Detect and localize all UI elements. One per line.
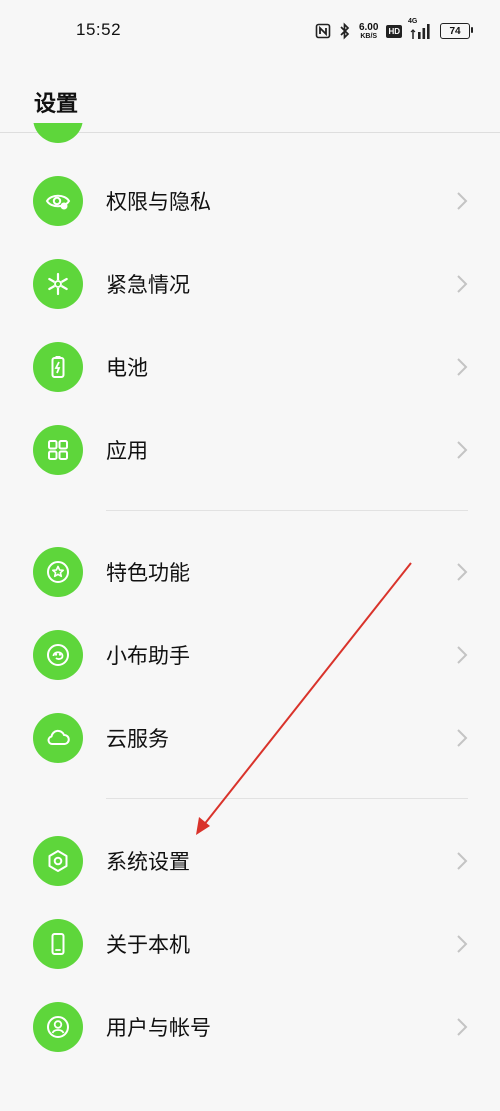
group-divider — [106, 798, 468, 799]
assistant-icon — [33, 630, 83, 680]
group-divider — [106, 510, 468, 511]
settings-item-label: 紧急情况 — [106, 273, 190, 297]
chevron-right-icon — [457, 935, 468, 953]
battery-icon — [33, 342, 83, 392]
chevron-right-icon — [457, 563, 468, 581]
star-circle-icon — [33, 547, 83, 597]
settings-item-assistant[interactable]: 小布助手 — [0, 625, 500, 685]
settings-item-apps[interactable]: 应用 — [0, 420, 500, 480]
settings-item-privacy[interactable]: 权限与隐私 — [0, 171, 500, 231]
settings-item-about[interactable]: 关于本机 — [0, 914, 500, 974]
settings-item-label: 小布助手 — [106, 644, 190, 668]
signal-icon: 4G — [408, 18, 432, 40]
settings-item-label: 电池 — [106, 356, 148, 380]
speed-value: 6.00 — [358, 21, 379, 33]
emergency-asterisk-icon — [33, 259, 83, 309]
settings-item-label: 云服务 — [106, 727, 169, 751]
user-account-icon — [33, 1002, 83, 1052]
chevron-right-icon — [457, 1018, 468, 1036]
hd-icon: HD — [386, 24, 402, 38]
settings-item-label: 特色功能 — [106, 561, 190, 585]
nfc-icon — [315, 23, 331, 39]
settings-item-label: 应用 — [106, 439, 148, 463]
partially-scrolled-item-icon — [33, 123, 83, 143]
settings-item-cloud[interactable]: 云服务 — [0, 708, 500, 768]
battery-level: 74 — [449, 25, 461, 37]
chevron-right-icon — [457, 275, 468, 293]
chevron-right-icon — [457, 192, 468, 210]
settings-item-features[interactable]: 特色功能 — [0, 542, 500, 602]
network-speed: 6.00 KB/S — [358, 21, 379, 40]
chevron-right-icon — [457, 441, 468, 459]
settings-item-label: 权限与隐私 — [106, 190, 211, 214]
chevron-right-icon — [457, 852, 468, 870]
chevron-right-icon — [457, 646, 468, 664]
bluetooth-icon — [339, 22, 351, 40]
apps-grid-icon — [33, 425, 83, 475]
page-title: 设置 — [34, 92, 79, 117]
privacy-eye-icon — [33, 176, 83, 226]
network-type-label: 4G — [408, 18, 418, 25]
phone-icon — [33, 919, 83, 969]
battery-indicator: 74 — [440, 23, 473, 39]
chevron-right-icon — [457, 729, 468, 747]
settings-item-battery[interactable]: 电池 — [0, 337, 500, 397]
status-icons: 6.00 KB/S HD 4G 74 — [315, 18, 473, 42]
settings-item-label: 用户与帐号 — [106, 1016, 211, 1040]
status-bar: 15:52 6.00 KB/S HD 4G 74 — [0, 0, 500, 62]
speed-unit: KB/S — [360, 32, 378, 40]
settings-item-emergency[interactable]: 紧急情况 — [0, 254, 500, 314]
settings-item-label: 关于本机 — [106, 933, 190, 957]
hexagon-settings-icon — [33, 836, 83, 886]
settings-item-label: 系统设置 — [106, 850, 190, 874]
chevron-right-icon — [457, 358, 468, 376]
cloud-icon — [33, 713, 83, 763]
settings-item-accounts[interactable]: 用户与帐号 — [0, 997, 500, 1057]
status-time: 15:52 — [76, 20, 122, 39]
settings-item-system[interactable]: 系统设置 — [0, 831, 500, 891]
